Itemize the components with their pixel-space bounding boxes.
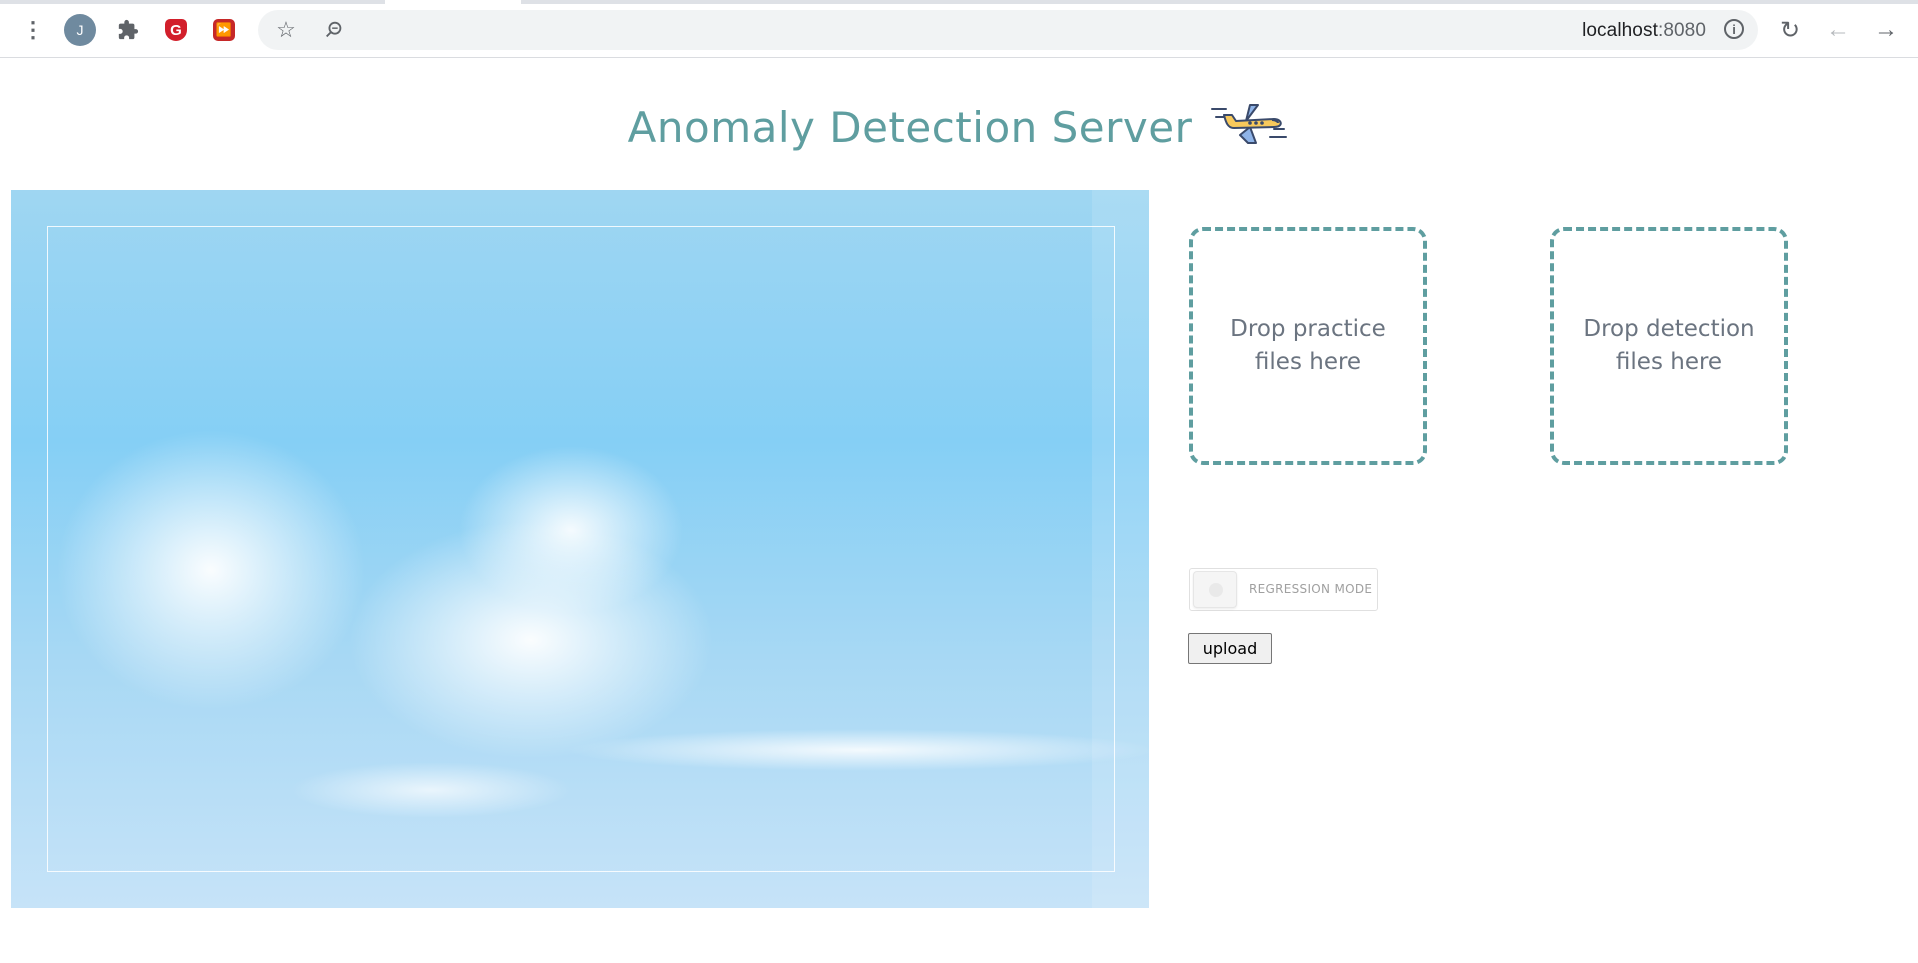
sky-frame-border xyxy=(47,226,1115,872)
reload-icon[interactable]: ↻ xyxy=(1772,12,1808,48)
site-info-icon[interactable]: i xyxy=(1724,19,1744,39)
page-title: Anomaly Detection Server xyxy=(627,102,1193,152)
avatar-initial: J xyxy=(64,14,96,46)
browser-toolbar: ⋮ J G ⏩ ☆ localhost:8080 i ↻ ← → xyxy=(0,4,1918,58)
sky-image xyxy=(11,190,1149,908)
url-text[interactable]: localhost:8080 xyxy=(1582,20,1706,42)
url-port: :8080 xyxy=(1657,20,1706,41)
airplane-icon xyxy=(1210,95,1290,159)
detection-dropzone-label: Drop detection files here xyxy=(1583,316,1755,375)
menu-kebab-icon[interactable]: ⋮ xyxy=(15,12,51,48)
regression-mode-toggle[interactable]: REGRESSION MODE xyxy=(1189,568,1378,611)
fastforward-extension-icon[interactable]: ⏩ xyxy=(206,12,242,48)
practice-files-dropzone[interactable]: Drop practice files here xyxy=(1189,227,1427,465)
regression-mode-label: REGRESSION MODE xyxy=(1249,582,1373,596)
upload-button[interactable]: upload xyxy=(1188,633,1272,664)
back-arrow-icon[interactable]: ← xyxy=(1820,12,1856,48)
forward-arrow-icon[interactable]: → xyxy=(1868,12,1904,48)
detection-files-dropzone[interactable]: Drop detection files here xyxy=(1550,227,1788,465)
toggle-knob-dot xyxy=(1209,583,1223,597)
bookmark-star-icon[interactable]: ☆ xyxy=(268,12,304,48)
profile-avatar[interactable]: J xyxy=(62,12,98,48)
practice-dropzone-label: Drop practice files here xyxy=(1230,316,1386,375)
page-title-row: Anomaly Detection Server xyxy=(0,95,1918,159)
url-host: localhost xyxy=(1582,20,1658,41)
search-zoom-icon[interactable] xyxy=(316,12,352,48)
extensions-puzzle-icon[interactable] xyxy=(110,12,146,48)
address-bar[interactable]: ☆ localhost:8080 i xyxy=(258,10,1758,50)
toggle-knob[interactable] xyxy=(1193,571,1237,608)
guard-extension-icon[interactable]: G xyxy=(158,12,194,48)
